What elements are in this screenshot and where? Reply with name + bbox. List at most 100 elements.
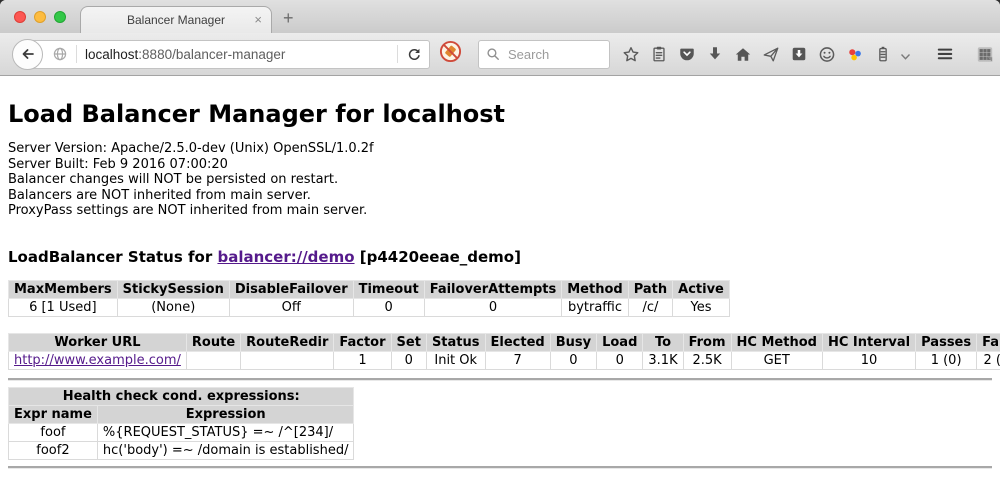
colored-dots-extension-icon[interactable] [846,45,864,63]
col-load: Load [597,333,643,351]
url-bar[interactable]: localhost:8880/balancer-manager [29,40,430,69]
col-routeredir: RouteRedir [241,333,334,351]
home-icon[interactable] [734,45,752,63]
table-title-row: Health check cond. expressions: [9,387,354,405]
routeredir-value [241,351,334,369]
search-input[interactable] [506,46,596,63]
worker-url-cell: http://www.example.com/ [9,351,187,369]
col-stickysession: StickySession [117,280,229,298]
tab-balancer-manager[interactable]: Balancer Manager × [80,6,272,33]
table-header-row: Worker URL Route RouteRedir Factor Set S… [9,333,1000,351]
hc-method-value: GET [731,351,822,369]
worker-url-link[interactable]: http://www.example.com/ [14,353,181,368]
downloads-icon[interactable] [706,45,724,63]
tab-title: Balancer Manager [127,13,225,27]
fails-value: 2 (0) [977,351,1000,369]
col-timeout: Timeout [353,280,424,298]
maximize-window-icon[interactable] [54,11,66,23]
expr-name-value: foof [9,423,98,441]
bookmark-star-icon[interactable] [622,45,640,63]
col-expr-name: Expr name [9,405,98,423]
active-value: Yes [673,298,730,316]
col-hc-interval: HC Interval [822,333,915,351]
close-window-icon[interactable] [14,11,26,23]
url-domain: localhost [85,47,138,62]
col-from: From [683,333,731,351]
page-content: Load Balancer Manager for localhost Serv… [0,76,1000,491]
new-tab-button[interactable]: + [283,8,294,29]
persist-notice-line: Balancer changes will NOT be persisted o… [8,172,992,188]
col-worker-url: Worker URL [9,333,187,351]
col-hc-method: HC Method [731,333,822,351]
from-value: 2.5K [683,351,731,369]
expression-value: %{REQUEST_STATUS} =~ /^[234]/ [97,423,354,441]
path-value: /c/ [628,298,672,316]
page-title: Load Balancer Manager for localhost [8,100,992,128]
section-divider [8,378,992,380]
col-failoverattempts: FailoverAttempts [424,280,562,298]
col-passes: Passes [916,333,977,351]
expression-value: hc('body') =~ /domain is established/ [97,441,354,459]
menu-hamburger-icon[interactable] [936,45,954,63]
dropdown-caret-icon[interactable] [896,48,914,66]
back-arrow-icon [19,45,37,63]
back-button[interactable] [12,39,43,70]
health-row: foof %{REQUEST_STATUS} =~ /^[234]/ [9,423,354,441]
failoverattempts-value: 0 [424,298,562,316]
reload-icon[interactable] [406,46,423,63]
grid-extension-icon[interactable] [976,45,994,63]
col-status: Status [426,333,485,351]
heading-prefix: LoadBalancer Status for [8,248,217,266]
col-active: Active [673,280,730,298]
disablefailover-value: Off [229,298,353,316]
balancer-params-table: MaxMembers StickySession DisableFailover… [8,280,730,317]
send-plane-icon[interactable] [762,45,780,63]
heading-suffix: [p4420eeae_demo] [355,248,521,266]
to-value: 3.1K [643,351,683,369]
search-magnifier-icon [486,47,500,61]
browser-window: Balancer Manager × + localhost:8880/bala… [0,0,1000,491]
method-value: bytraffic [562,298,628,316]
health-table-title: Health check cond. expressions: [9,387,354,405]
col-disablefailover: DisableFailover [229,280,353,298]
balancer-status-heading: LoadBalancer Status for balancer://demo … [8,248,992,266]
stickysession-value: (None) [117,298,229,316]
page-bottom-divider [8,466,992,468]
factor-value: 1 [334,351,391,369]
inherit-notice-line: Balancers are NOT inherited from main se… [8,188,992,204]
table-header-row: Expr name Expression [9,405,354,423]
col-to: To [643,333,683,351]
clipboard-icon[interactable] [650,45,668,63]
content-blocker-icon[interactable] [439,40,462,68]
pocket-icon[interactable] [678,45,696,63]
tab-close-icon[interactable]: × [254,12,262,28]
load-value: 0 [597,351,643,369]
save-to-box-icon[interactable] [790,45,808,63]
col-elected: Elected [485,333,550,351]
battery-extension-icon[interactable] [874,45,892,63]
health-check-table: Health check cond. expressions: Expr nam… [8,387,354,460]
navigation-toolbar: localhost:8880/balancer-manager [0,33,1000,76]
col-fails: Fails [977,333,1000,351]
status-value: Init Ok [426,351,485,369]
emoji-smiley-icon[interactable] [818,45,836,63]
table-header-row: MaxMembers StickySession DisableFailover… [9,280,730,298]
table-row: 6 [1 Used] (None) Off 0 0 bytraffic /c/ … [9,298,730,316]
urlbar-divider [76,45,77,63]
timeout-value: 0 [353,298,424,316]
page-globe-icon[interactable] [52,46,68,62]
col-method: Method [562,280,628,298]
url-text[interactable]: localhost:8880/balancer-manager [85,47,389,62]
col-factor: Factor [334,333,391,351]
hc-interval-value: 10 [822,351,915,369]
col-busy: Busy [550,333,596,351]
maxmembers-value: 6 [1 Used] [9,298,118,316]
col-expression: Expression [97,405,354,423]
server-built-line: Server Built: Feb 9 2016 07:00:20 [8,157,992,173]
search-bar[interactable] [478,40,610,69]
balancer-demo-link[interactable]: balancer://demo [217,248,354,266]
busy-value: 0 [550,351,596,369]
minimize-window-icon[interactable] [34,11,46,23]
url-path: :8880/balancer-manager [138,47,285,62]
server-version-line: Server Version: Apache/2.5.0-dev (Unix) … [8,141,992,157]
